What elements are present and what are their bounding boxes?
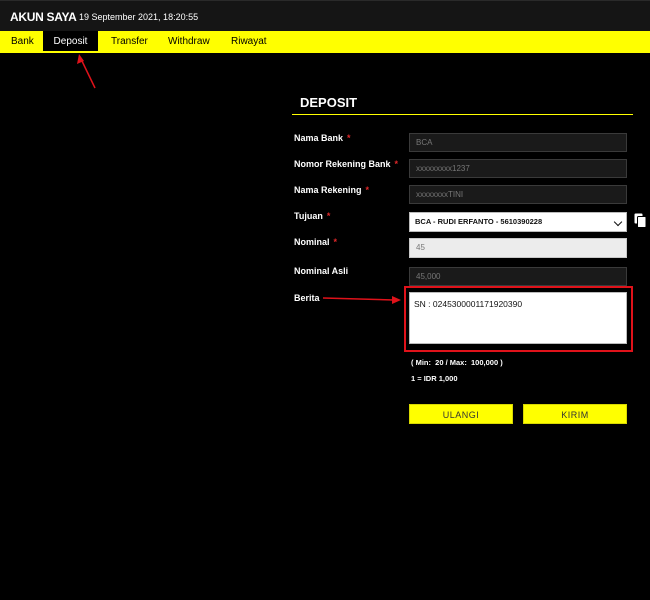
nav-item-deposit[interactable]: Deposit (43, 31, 98, 53)
limit-info: ( Min: 20 / Max: 100,000 ) (411, 358, 503, 367)
top-bar: AKUN SAYA 19 September 2021, 18:20:55 (0, 0, 650, 32)
nomor-rekening-field[interactable]: xxxxxxxxx1237 (409, 159, 627, 178)
page-title: DEPOSIT (300, 95, 358, 110)
berita-label: Berita (294, 293, 320, 303)
required-mark: * (347, 133, 351, 143)
nama-bank-field[interactable]: BCA (409, 133, 627, 152)
required-mark: * (333, 237, 338, 247)
required-mark: * (394, 159, 399, 169)
arrow-to-berita-field (322, 296, 401, 304)
title-divider (292, 114, 633, 115)
nominal-asli-label: Nominal Asli (294, 266, 349, 276)
required-mark: * (365, 185, 370, 195)
submit-button[interactable]: KIRIM (523, 404, 627, 424)
datetime-text: 19 September 2021, 18:20:55 (79, 12, 199, 22)
nama-rekening-label: Nama Rekening * (294, 185, 370, 195)
nav-item-withdraw[interactable]: Withdraw (168, 31, 210, 53)
nominal-label: Nominal * (294, 237, 338, 247)
nav-item-transfer[interactable]: Transfer (111, 31, 148, 53)
nomor-rekening-label: Nomor Rekening Bank * (294, 159, 399, 169)
rate-info: 1 = IDR 1,000 (411, 374, 458, 383)
reset-button[interactable]: ULANGI (409, 404, 513, 424)
nominal-input[interactable]: 45 (409, 238, 627, 258)
nama-rekening-field[interactable]: xxxxxxxxTINI (409, 185, 627, 204)
required-mark: * (326, 211, 331, 221)
tujuan-label: Tujuan * (294, 211, 331, 221)
copy-icon[interactable] (634, 213, 647, 228)
brand-title: AKUN SAYA (10, 10, 77, 24)
nav-bar: Bank Deposit Transfer Withdraw Riwayat (0, 31, 650, 53)
chevron-down-icon (613, 217, 623, 227)
tujuan-selected-value: BCA - RUDI ERFANTO - 5610390228 (415, 217, 543, 226)
nav-item-riwayat[interactable]: Riwayat (231, 31, 267, 53)
tujuan-select[interactable]: BCA - RUDI ERFANTO - 5610390228 (409, 212, 627, 232)
nominal-asli-field: 45,000 (409, 267, 627, 286)
nama-bank-label: Nama Bank * (294, 133, 351, 143)
berita-textarea[interactable]: SN : 0245300001171920390 (409, 292, 627, 344)
nav-item-bank[interactable]: Bank (11, 31, 34, 53)
arrow-to-deposit-tab (77, 54, 96, 89)
